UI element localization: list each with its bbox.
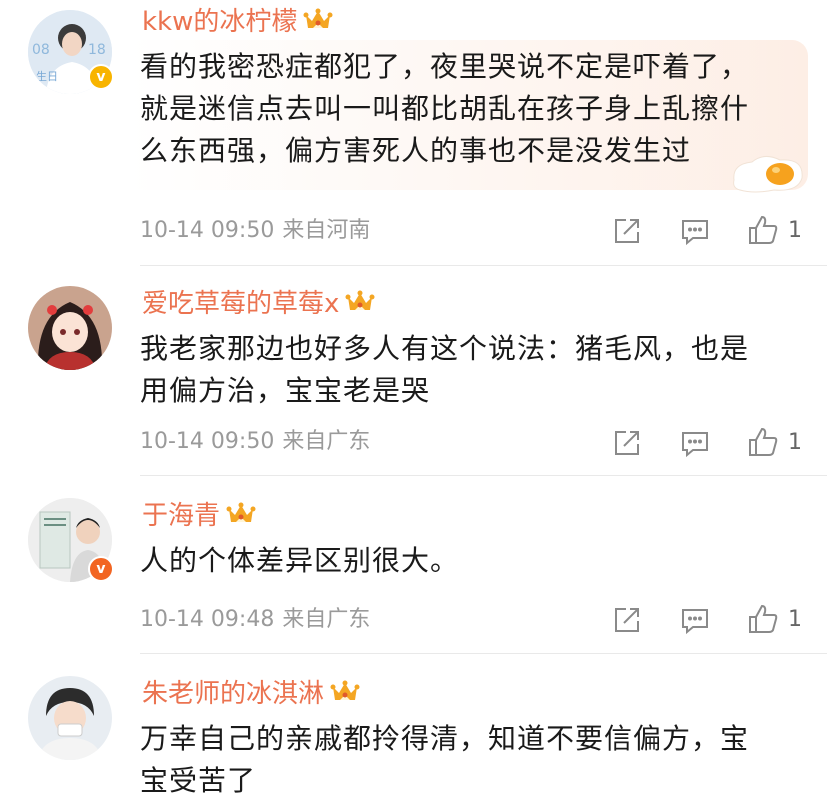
svg-text:18: 18 [88,42,106,58]
username-link[interactable]: 于海青 [142,500,256,534]
comment-item: 08 18 生日 v kkw的冰柠檬 看的我密恐症都犯了，夜里哭说不定是吓着了，… [0,0,827,266]
like-icon[interactable] [747,214,778,244]
username[interactable]: 于海青 [142,501,220,531]
comment-meta: 10-14 09:50 来自河南 [140,217,370,245]
like-count: 1 [788,218,802,243]
svg-text:生日: 生日 [36,69,58,83]
avatar[interactable] [28,676,112,760]
share-icon[interactable] [612,216,642,246]
comment-text: 我老家那边也好多人有这个说法：猪毛风，也是 用偏方治，宝宝老是哭 [140,328,800,412]
share-icon[interactable] [612,605,642,635]
crown-badge-icon [303,8,333,40]
comment-line: 就是迷信点去叫一叫都比胡乱在孩子身上乱擦什 [140,92,750,125]
crown-badge-icon [345,290,375,322]
comment-text: 万幸自己的亲戚都拎得清，知道不要信偏方，宝 宝受苦了 [140,718,800,802]
like-count: 1 [788,607,802,632]
like-count: 1 [788,430,802,455]
location: 来自广东 [282,607,371,632]
comment-meta: 10-14 09:48 来自广东 [140,606,370,634]
username-link[interactable]: 爱吃草莓的草莓x [142,288,375,322]
username[interactable]: 爱吃草莓的草莓x [142,289,339,319]
comment-item: v 于海青 人的个体差异区别很大。 10-14 09:48 来自广东 1 [0,476,827,654]
comment-meta: 10-14 09:50 来自广东 [140,428,370,456]
comment-line: 人的个体差异区别很大。 [140,544,460,577]
location: 来自河南 [282,218,371,243]
comment-line: 用偏方治，宝宝老是哭 [140,374,431,407]
comment-line: 宝受苦了 [140,764,257,797]
crown-badge-icon [226,502,256,534]
timestamp: 10-14 09:50 [140,218,275,243]
fried-egg-sticker-icon [728,150,808,194]
verified-badge-icon: v [88,556,114,582]
username-link[interactable]: kkw的冰柠檬 [142,6,333,40]
username-link[interactable]: 朱老师的冰淇淋 [142,678,360,712]
like-icon[interactable] [747,426,778,456]
username[interactable]: 朱老师的冰淇淋 [142,679,324,709]
timestamp: 10-14 09:50 [140,429,275,454]
crown-badge-icon [330,680,360,712]
svg-text:08: 08 [32,42,50,58]
comment-icon[interactable] [680,428,710,458]
comment-line: 万幸自己的亲戚都拎得清，知道不要信偏方，宝 [140,722,750,755]
like-icon[interactable] [747,603,778,633]
verified-badge-icon: v [88,64,114,90]
comment-icon[interactable] [680,216,710,246]
comment-text: 人的个体差异区别很大。 [140,540,800,582]
comment-text: 看的我密恐症都犯了，夜里哭说不定是吓着了， 就是迷信点去叫一叫都比胡乱在孩子身上… [140,46,800,172]
comment-item: 爱吃草莓的草莓x 我老家那边也好多人有这个说法：猪毛风，也是 用偏方治，宝宝老是… [0,266,827,476]
comment-icon[interactable] [680,605,710,635]
timestamp: 10-14 09:48 [140,607,275,632]
username[interactable]: kkw的冰柠檬 [142,7,297,37]
share-icon[interactable] [612,428,642,458]
comment-line: 么东西强，偏方害死人的事也不是没发生过 [140,134,692,167]
avatar[interactable] [28,286,112,370]
comment-line: 看的我密恐症都犯了，夜里哭说不定是吓着了， [140,50,750,83]
location: 来自广东 [282,429,371,454]
comment-item: 朱老师的冰淇淋 万幸自己的亲戚都拎得清，知道不要信偏方，宝 宝受苦了 [0,654,827,811]
comment-line: 我老家那边也好多人有这个说法：猪毛风，也是 [140,332,750,365]
